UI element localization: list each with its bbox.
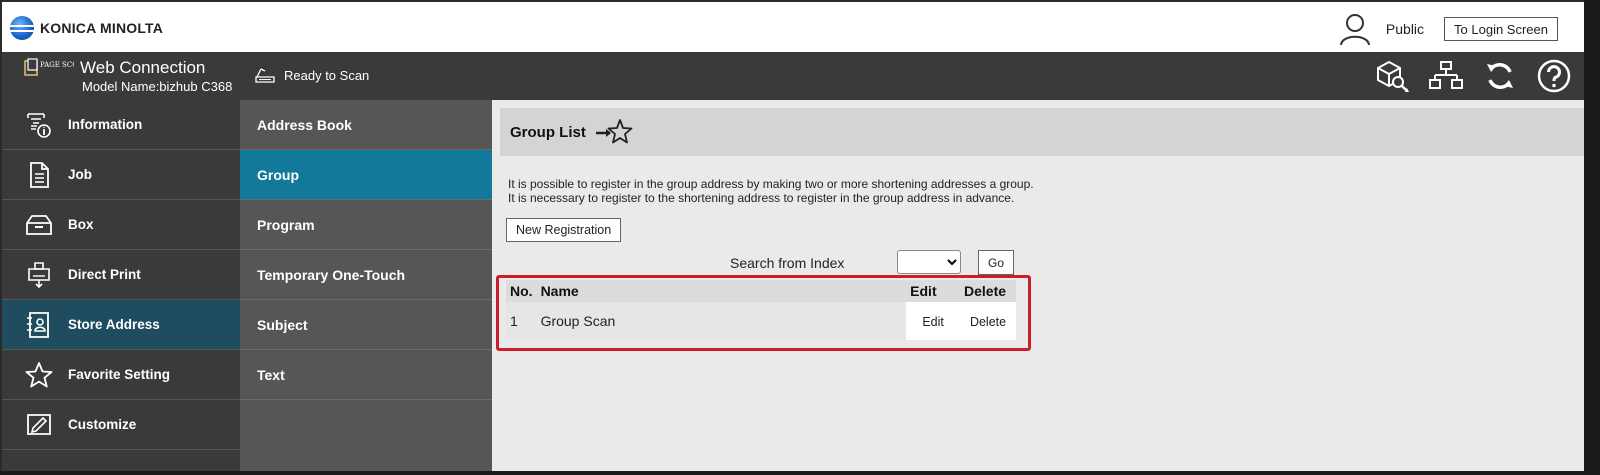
pagescope-logo-icon: PAGE SCOPE xyxy=(24,58,74,76)
submenu-item-temporary-one-touch[interactable]: Temporary One-Touch xyxy=(240,250,492,300)
status-text: Ready to Scan xyxy=(284,67,370,83)
app-title: Web Connection xyxy=(80,58,206,77)
scanner-icon xyxy=(255,68,275,83)
delete-cell: Delete xyxy=(960,302,1016,340)
box-icon xyxy=(26,214,52,235)
go-button[interactable]: Go xyxy=(978,250,1014,275)
star-icon xyxy=(25,361,53,387)
sidebar-item-label: Information xyxy=(68,117,143,132)
information-icon xyxy=(27,112,51,138)
refresh-icon[interactable] xyxy=(1482,58,1518,94)
row-number: 1 xyxy=(506,302,537,340)
direct-print-icon xyxy=(28,261,50,288)
submenu-item-program[interactable]: Program xyxy=(240,200,492,250)
sidebar-item-favorite-setting[interactable]: Favorite Setting xyxy=(2,350,240,400)
sidebar-item-label: Store Address xyxy=(68,317,160,332)
submenu-item-text[interactable]: Text xyxy=(240,350,492,400)
pagescope-page-text: PAGE SCOPE xyxy=(40,61,74,69)
app-header: PAGE SCOPE Web Connection Model Name:biz… xyxy=(2,52,1584,100)
index-select[interactable] xyxy=(897,250,961,274)
user-name: Public xyxy=(1385,21,1425,37)
model-name: Model Name:bizhub C368 xyxy=(82,79,233,94)
address-submenu: Address Book Group Program Temporary One… xyxy=(240,100,492,471)
col-no: No. xyxy=(510,283,533,299)
sidebar-item-job[interactable]: Job xyxy=(2,150,240,200)
page-title: Group List xyxy=(510,123,586,141)
login-screen-button[interactable]: To Login Screen xyxy=(1444,17,1558,41)
page-title-bar: Group List xyxy=(500,108,1584,156)
network-icon[interactable] xyxy=(1428,58,1464,94)
sidebar-item-label: Customize xyxy=(68,417,137,432)
description-line: It is possible to register in the group … xyxy=(508,177,1034,191)
main-sidebar: Information Job Box Direct Print Store A… xyxy=(2,100,240,471)
device-status: Ready to Scan xyxy=(254,66,369,84)
submenu-item-subject[interactable]: Subject xyxy=(240,300,492,350)
edit-button[interactable]: Edit xyxy=(922,315,944,329)
col-edit: Edit xyxy=(910,283,937,299)
table-header-row: No. Name Edit Delete xyxy=(506,280,1016,302)
customize-icon xyxy=(27,413,51,435)
brand-name: KONICA MINOLTA xyxy=(40,20,164,36)
edit-cell: Edit xyxy=(906,302,961,340)
konica-minolta-logo: KONICA MINOLTA xyxy=(10,16,163,40)
job-icon xyxy=(30,161,49,188)
sidebar-item-label: Box xyxy=(68,217,94,232)
description: It is possible to register in the group … xyxy=(508,177,1034,205)
search-box-icon[interactable] xyxy=(1374,58,1410,94)
web-connection-brand: PAGE SCOPE Web Connection Model Name:biz… xyxy=(24,58,232,94)
header-toolbar xyxy=(1374,58,1572,94)
help-icon[interactable] xyxy=(1536,58,1572,94)
sidebar-item-label: Direct Print xyxy=(68,267,141,282)
sidebar-item-label: Job xyxy=(68,167,93,182)
sidebar-item-label: Favorite Setting xyxy=(68,367,171,382)
delete-button[interactable]: Delete xyxy=(969,315,1007,329)
sidebar-item-direct-print[interactable]: Direct Print xyxy=(2,250,240,300)
col-name: Name xyxy=(540,283,579,299)
globe-logo-icon xyxy=(10,16,34,40)
sidebar-item-store-address[interactable]: Store Address xyxy=(2,300,240,350)
sidebar-item-customize[interactable]: Customize xyxy=(2,400,240,450)
group-star-icon xyxy=(595,119,633,144)
store-address-icon xyxy=(27,311,49,338)
new-registration-button[interactable]: New Registration xyxy=(506,218,622,242)
row-name: Group Scan xyxy=(536,302,907,340)
user-icon xyxy=(1339,14,1370,46)
sidebar-item-information[interactable]: Information xyxy=(2,100,240,150)
submenu-item-address-book[interactable]: Address Book xyxy=(240,100,492,150)
group-table: No. Name Edit Delete 1 Group Scan Edit D… xyxy=(506,280,1016,340)
table-row: 1 Group Scan Edit Delete xyxy=(506,302,1016,340)
description-line: It is necessary to register to the short… xyxy=(508,191,1015,205)
user-area: Public To Login Screen xyxy=(1338,12,1558,46)
top-bar: KONICA MINOLTA Public To Login Screen xyxy=(2,0,1584,52)
main-content: Group List It is possible to register in… xyxy=(492,100,1584,471)
search-index-label: Search from Index xyxy=(730,255,845,271)
browser-page: KONICA MINOLTA Public To Login Screen PA… xyxy=(0,0,1584,471)
col-delete: Delete xyxy=(964,283,1007,299)
submenu-item-group[interactable]: Group xyxy=(240,150,492,200)
sidebar-item-box[interactable]: Box xyxy=(2,200,240,250)
